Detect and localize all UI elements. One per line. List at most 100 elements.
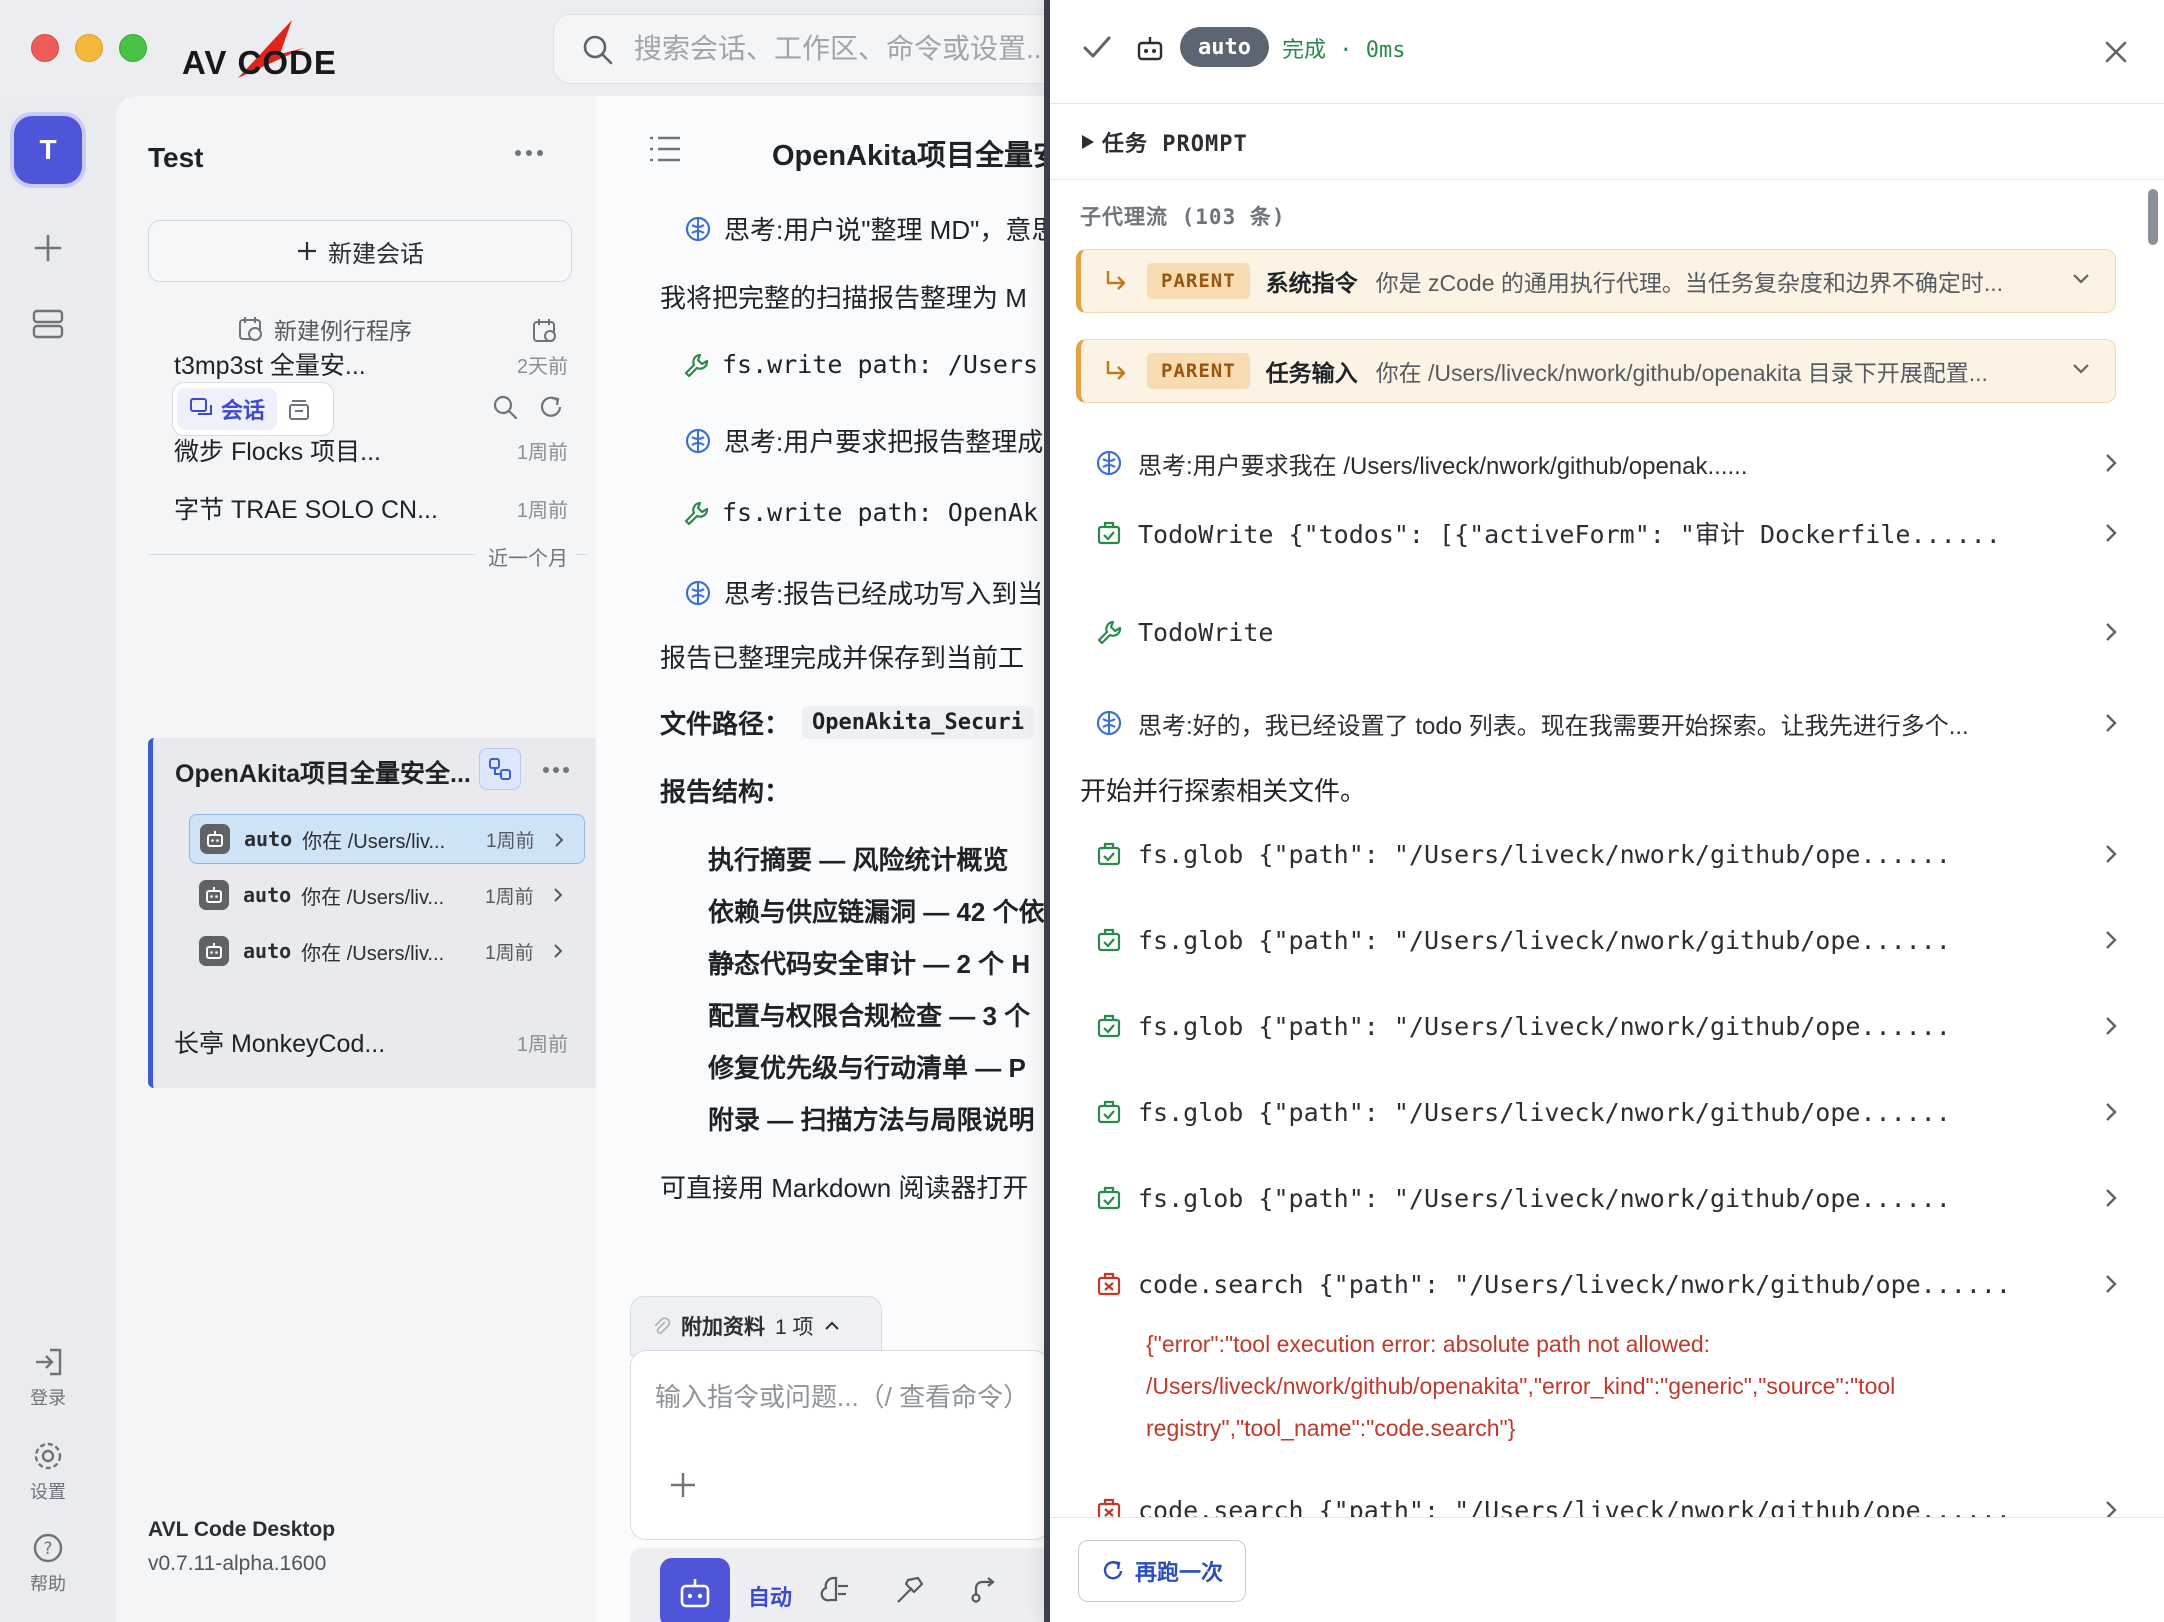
stream-row-tool[interactable]: fs.glob {"path": "/Users/liveck/nwork/gi… <box>1094 1173 2117 1223</box>
stream-row-tool[interactable]: TodoWrite {"todos": [{"activeForm": "审计 … <box>1094 508 2117 558</box>
refresh-icon <box>1103 1560 1123 1580</box>
stream-row-tool-error[interactable]: code.search {"path": "/Users/liveck/nwor… <box>1094 1485 2117 1517</box>
search-input[interactable] <box>634 27 1094 71</box>
stream-row-thinking[interactable]: 思考:用户要求我在 /Users/liveck/nwork/github/ope… <box>1094 438 2117 488</box>
brain-icon <box>1094 708 1124 738</box>
stream-row-text: fs.glob {"path": "/Users/liveck/nwork/gi… <box>1138 1097 1951 1127</box>
session-item[interactable]: 长亭 MonkeyCod... 1周前 <box>126 1024 586 1068</box>
window-close-button[interactable] <box>31 34 59 62</box>
parent-message-row[interactable]: PARENT 任务输入 你在 /Users/liveck/nwork/githu… <box>1076 339 2116 403</box>
add-attachment-button[interactable] <box>669 1471 697 1499</box>
tool-call-line[interactable]: fs.write path: /Users <box>682 350 1038 379</box>
rerun-label: 再跑一次 <box>1135 1560 1224 1585</box>
subagent-name: auto <box>244 827 293 851</box>
stream-row-tool[interactable]: fs.glob {"path": "/Users/liveck/nwork/gi… <box>1094 915 2117 965</box>
task-prompt-toggle[interactable]: 任务 PROMPT <box>1050 104 2164 180</box>
stream-row-tool-error[interactable]: code.search {"path": "/Users/liveck/nwor… <box>1094 1259 2117 1309</box>
plus-icon <box>34 234 62 262</box>
session-item[interactable]: t3mp3st 全量安... 2天前 <box>126 346 586 390</box>
stream-row-text: 思考:用户要求我在 /Users/liveck/nwork/github/ope… <box>1138 452 1748 480</box>
chevron-right-icon <box>2104 843 2118 865</box>
tool-error-icon <box>1094 1495 1124 1517</box>
stream-row-text: TodoWrite {"todos": [{"activeForm": "审计 … <box>1138 520 2001 549</box>
help-label: 帮助 <box>30 1574 66 1594</box>
stream-row-tool[interactable]: fs.glob {"path": "/Users/liveck/nwork/gi… <box>1094 1087 2117 1137</box>
routine-calendar-button[interactable] <box>532 318 558 344</box>
mode-label: 自动 <box>748 1585 793 1610</box>
chevron-right-icon <box>2104 1101 2118 1123</box>
file-path-line: 文件路径： OpenAkita_Securi <box>660 704 1034 741</box>
add-workspace-button[interactable] <box>28 228 68 268</box>
server-stack-icon <box>32 309 64 339</box>
app-name: AVL Code Desktop <box>148 1518 336 1541</box>
stream-row-tool[interactable]: fs.glob {"path": "/Users/liveck/nwork/gi… <box>1094 829 2117 879</box>
login-button[interactable]: 登录 <box>0 1346 96 1410</box>
subagent-row[interactable]: auto 你在 /Users/liv... 1周前 <box>189 870 585 920</box>
tool-success-icon <box>1094 1183 1124 1213</box>
rerun-button[interactable]: 再跑一次 <box>1078 1540 1247 1602</box>
hammer-mode-button[interactable] <box>894 1574 926 1606</box>
parent-message-row[interactable]: PARENT 系统指令 你是 zCode 的通用执行代理。当任务复杂度和边界不确… <box>1076 249 2116 313</box>
workspace-avatar[interactable]: T <box>14 116 82 184</box>
tab-chats-label: 会话 <box>221 398 266 423</box>
route-mode-button[interactable] <box>968 1574 1000 1606</box>
active-session-title[interactable]: OpenAkita项目全量安全... <box>175 754 475 790</box>
mode-bar: 自动 <box>630 1548 1046 1622</box>
subagent-time: 1周前 <box>486 830 535 852</box>
attachments-toggle[interactable]: 附加资料 1 项 <box>630 1296 882 1356</box>
new-chat-label: 新建会话 <box>328 240 424 268</box>
tab-archive[interactable] <box>287 397 311 421</box>
subagent-row[interactable]: auto 你在 /Users/liv... 1周前 <box>189 926 585 976</box>
thinking-line[interactable]: 思考:用户说"整理 MD"，意思 <box>684 210 1046 247</box>
plus-icon <box>298 242 316 260</box>
thinking-line[interactable]: 思考:报告已经成功写入到当前 <box>684 574 1046 611</box>
settings-button[interactable]: 设置 <box>0 1440 96 1504</box>
month-divider-label: 近一个月 <box>476 542 576 571</box>
subagent-row[interactable]: auto 你在 /Users/liv... 1周前 <box>189 814 585 864</box>
close-panel-button[interactable] <box>2104 40 2128 64</box>
tool-success-icon <box>1094 1097 1124 1127</box>
stream-row-text: fs.glob {"path": "/Users/liveck/nwork/gi… <box>1138 839 1951 869</box>
run-status: 完成 · 0ms <box>1282 38 1406 63</box>
help-button[interactable]: ? 帮助 <box>0 1532 96 1596</box>
new-chat-button[interactable]: 新建会话 <box>148 220 572 282</box>
session-title: 长亭 MonkeyCod... <box>174 1030 386 1058</box>
stream-row-tool-result[interactable]: TodoWrite <box>1094 607 2117 657</box>
calendar-settings-icon <box>533 319 556 342</box>
stream-row-thinking[interactable]: 思考:好的，我已经设置了 todo 列表。现在我需要开始探索。让我先进行多个..… <box>1094 698 2117 748</box>
stream-row-tool[interactable]: fs.glob {"path": "/Users/liveck/nwork/gi… <box>1094 1001 2117 1051</box>
outline-toggle-button[interactable] <box>648 134 682 164</box>
brain-mode-button[interactable] <box>820 1574 852 1606</box>
global-search[interactable] <box>553 14 1113 84</box>
session-sidebar: Test 新建会话 新建例行程序 会话 t3mp3st 全量安... 2天前 近… <box>116 96 596 1622</box>
robot-icon <box>199 880 229 910</box>
report-section: 修复优先级与行动清单 — P <box>708 1053 1026 1083</box>
tool-call-line[interactable]: fs.write path: OpenAk <box>682 498 1038 527</box>
wrench-icon <box>1094 617 1124 647</box>
active-session-more-button[interactable] <box>543 766 569 774</box>
login-label: 登录 <box>30 1388 66 1408</box>
window-minimize-button[interactable] <box>75 34 103 62</box>
stream-scrollbar[interactable] <box>2148 189 2158 245</box>
session-item[interactable]: 字节 TRAE SOLO CN... 1周前 <box>126 490 586 534</box>
thinking-line[interactable]: 思考:用户要求把报告整理成 <box>684 422 1043 459</box>
new-routine-button[interactable]: 新建例行程序 <box>238 312 412 346</box>
title-bar: AV CODE <box>0 0 1113 96</box>
sidebar-search-button[interactable] <box>492 394 518 420</box>
brain-icon <box>685 580 711 605</box>
window-zoom-button[interactable] <box>119 34 147 62</box>
file-path-code[interactable]: OpenAkita_Securi <box>802 706 1034 739</box>
servers-button[interactable] <box>28 304 68 344</box>
session-item[interactable]: 微步 Flocks 项目... 1周前 <box>126 432 586 476</box>
session-link-button[interactable] <box>479 748 521 790</box>
workspace-more-button[interactable] <box>514 148 544 158</box>
tool-success-icon <box>1094 839 1124 869</box>
auto-mode-button[interactable] <box>660 1558 730 1622</box>
parent-tag: PARENT <box>1147 353 1250 389</box>
sidebar-refresh-button[interactable] <box>538 394 564 420</box>
message-input[interactable] <box>655 1377 1045 1437</box>
tab-chats[interactable]: 会话 <box>177 388 278 430</box>
robot-icon <box>680 1579 710 1608</box>
svg-text:?: ? <box>43 1539 52 1559</box>
parent-name: 系统指令 <box>1265 270 1358 296</box>
